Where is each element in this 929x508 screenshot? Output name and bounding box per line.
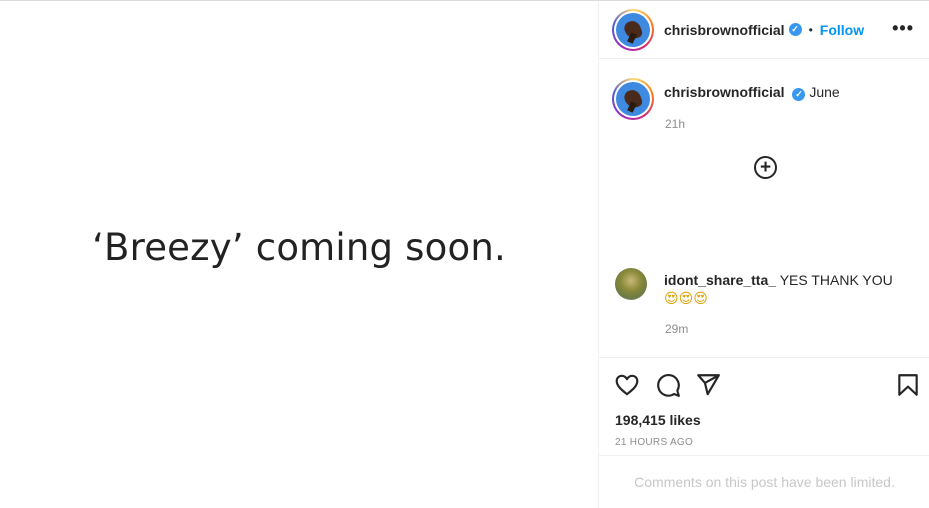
author-avatar[interactable]: [612, 8, 654, 51]
more-options-icon[interactable]: •••: [892, 19, 914, 37]
heart-icon[interactable]: [614, 372, 640, 398]
post-media[interactable]: ‘Breezy’ coming soon.: [0, 1, 598, 508]
caption-text: June: [809, 84, 840, 100]
paper-plane-icon[interactable]: [695, 372, 721, 398]
comment-icon[interactable]: [655, 372, 681, 398]
header-separator: •: [808, 22, 813, 37]
post-header: chrisbrownofficial ✓ • Follow •••: [599, 1, 929, 59]
caption: chrisbrownofficial ✓ June: [612, 78, 840, 120]
caption-time: 21h: [665, 117, 686, 131]
load-more-comments-icon[interactable]: +: [754, 156, 777, 179]
likes-count[interactable]: 198,415 likes: [615, 412, 701, 428]
comment-text: YES THANK YOU: [779, 272, 893, 288]
comments-limited-notice: Comments on this post have been limited.: [599, 455, 929, 507]
author-username[interactable]: chrisbrownofficial: [664, 22, 785, 38]
bookmark-icon[interactable]: [895, 372, 921, 398]
action-bar: [599, 357, 929, 411]
comment-emojis: 😍😍😍: [664, 291, 708, 307]
follow-button[interactable]: Follow: [820, 22, 864, 38]
post-timestamp[interactable]: 21 HOURS AGO: [615, 437, 693, 448]
verified-badge-icon: ✓: [792, 88, 806, 101]
comments-section[interactable]: chrisbrownofficial ✓ June 21h + idont_sh…: [599, 59, 929, 357]
comment-item: idont_share_tta_ YES THANK YOU 😍😍😍 29m: [615, 268, 904, 336]
commenter-avatar[interactable]: [615, 268, 647, 300]
post-sidebar: chrisbrownofficial ✓ • Follow ••• chrisb…: [598, 1, 929, 508]
commenter-username[interactable]: idont_share_tta_: [664, 272, 776, 288]
caption-avatar[interactable]: [612, 78, 654, 120]
caption-username[interactable]: chrisbrownofficial: [664, 84, 785, 100]
comment-time: 29m: [665, 322, 689, 336]
post-image-text: ‘Breezy’ coming soon.: [92, 226, 506, 269]
verified-badge-icon: ✓: [788, 23, 802, 36]
